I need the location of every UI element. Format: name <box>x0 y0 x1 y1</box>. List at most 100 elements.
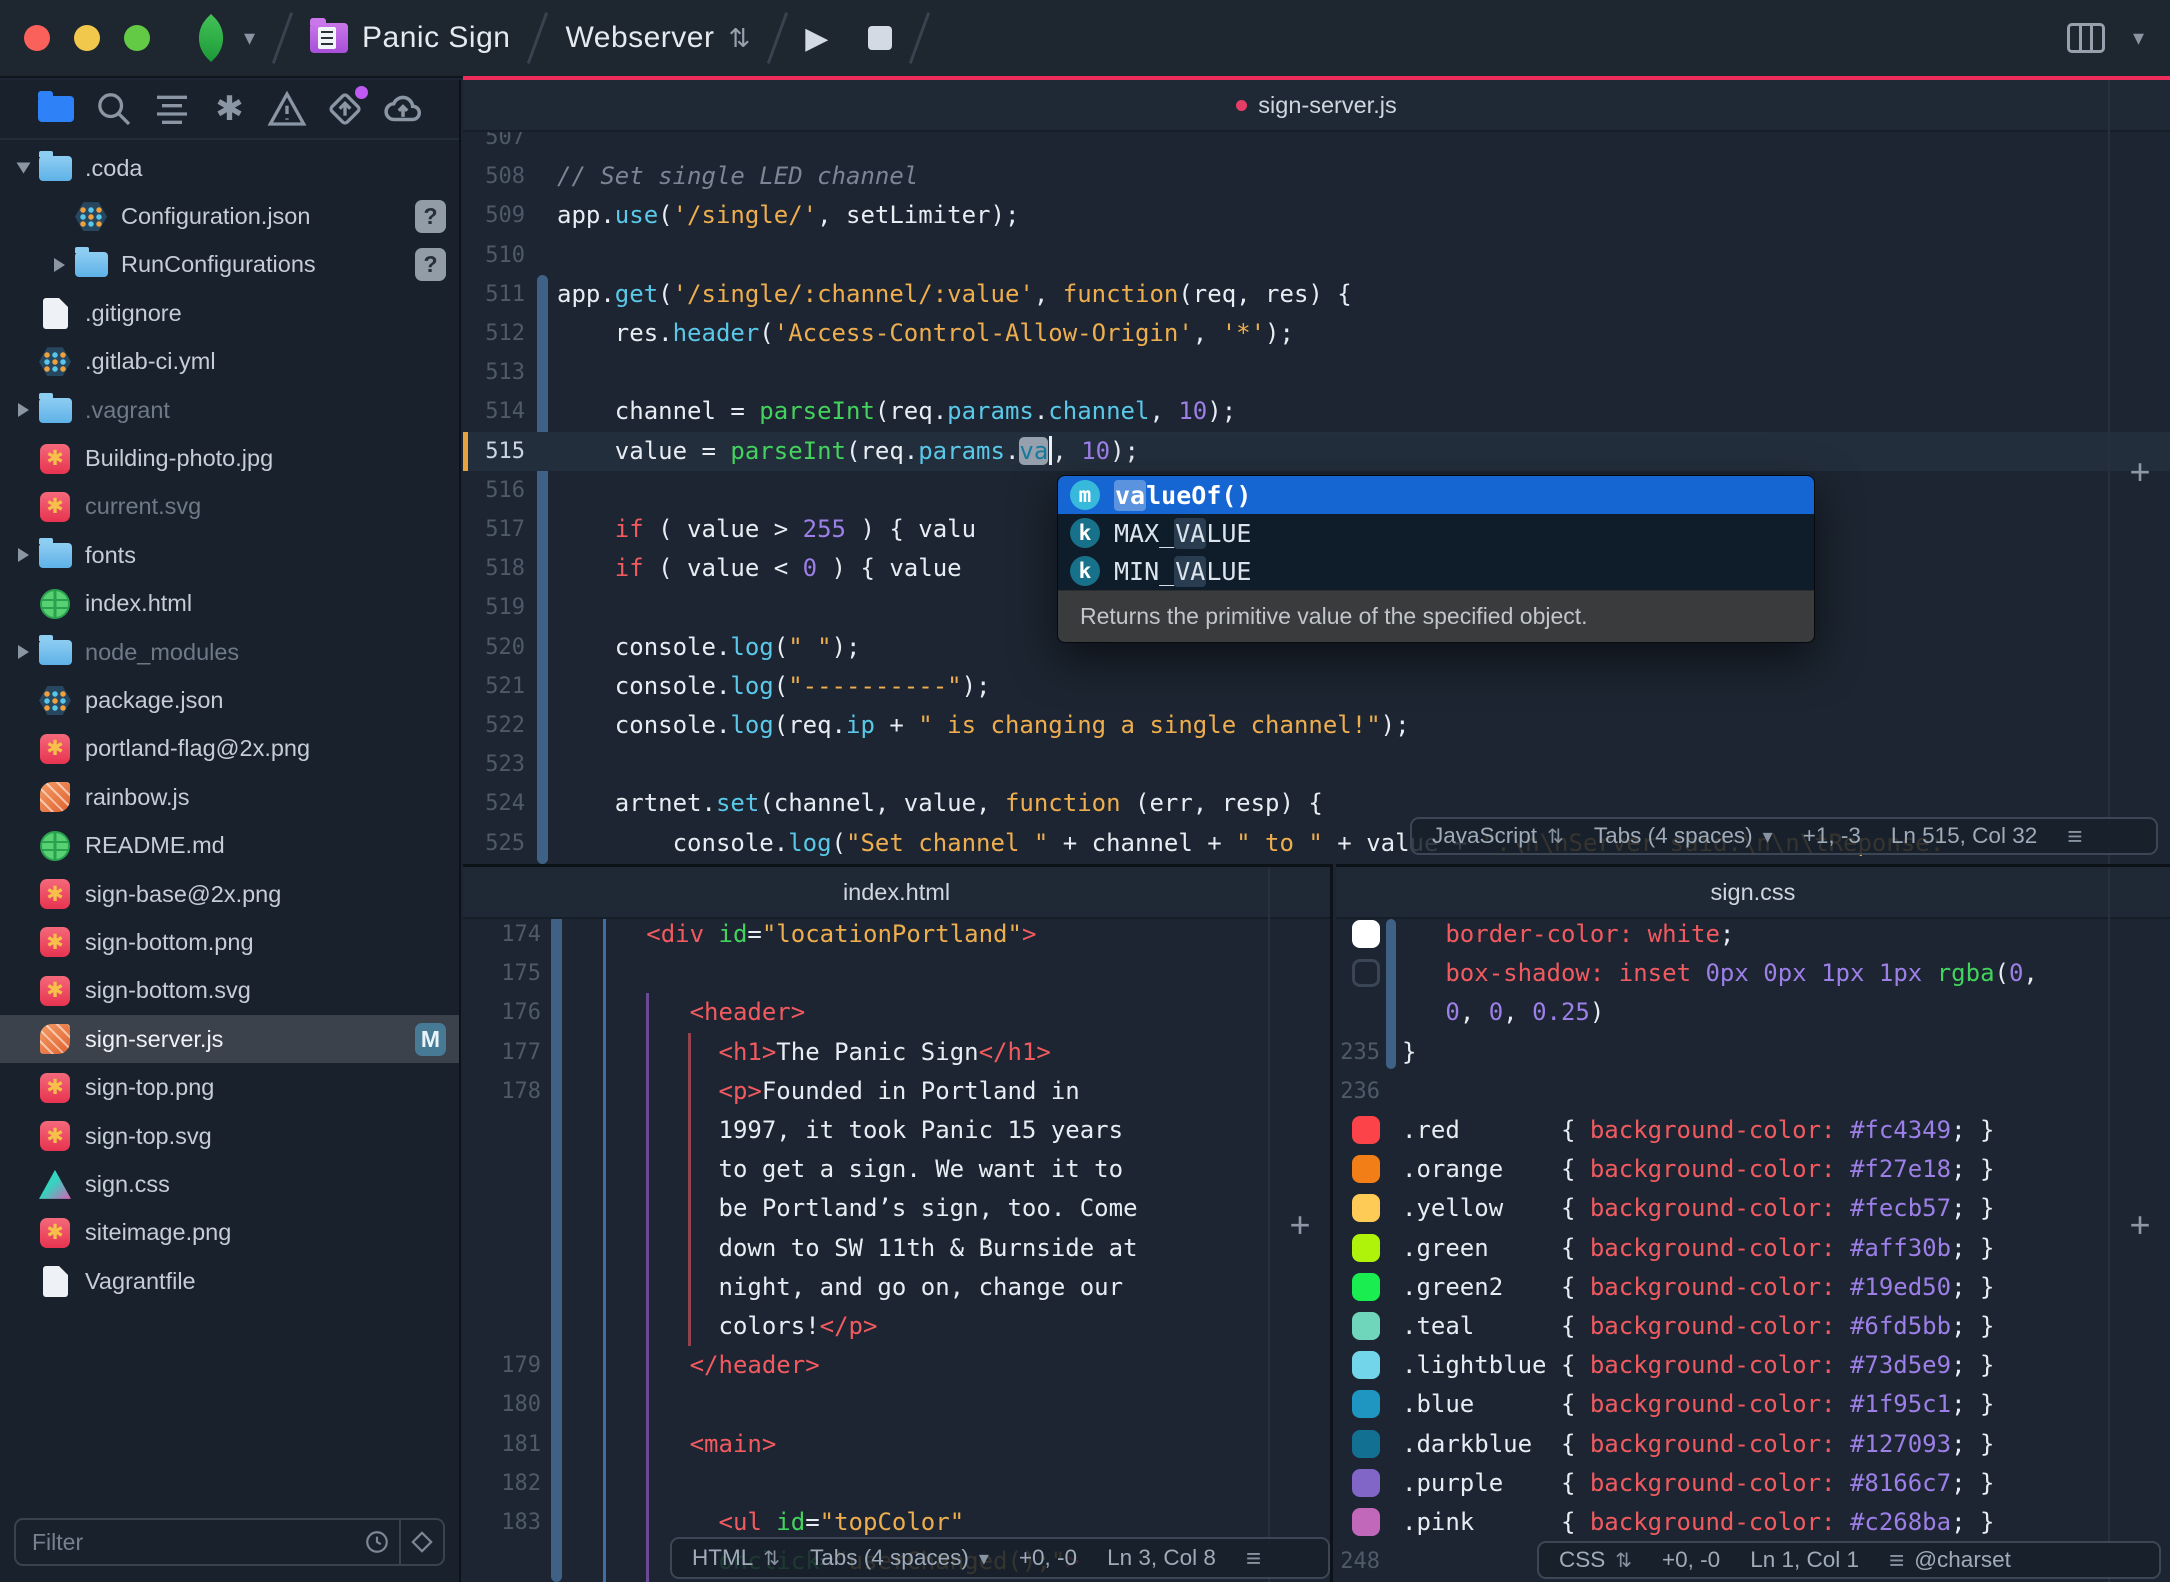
file-tree-item[interactable]: ✱sign-bottom.svg <box>0 967 459 1015</box>
file-tree-item[interactable]: fonts <box>0 531 459 579</box>
file-tree-item[interactable]: ✱sign-base@2x.png <box>0 870 459 918</box>
disclosure-chevron-icon[interactable] <box>8 645 38 659</box>
color-swatch[interactable] <box>1352 1194 1380 1222</box>
color-swatch[interactable] <box>1352 1155 1380 1183</box>
symbols-icon[interactable] <box>150 87 194 131</box>
file-tree-item[interactable]: ✱Building-photo.jpg <box>0 434 459 482</box>
chevron-down-icon[interactable]: ▾ <box>244 25 255 51</box>
color-swatch[interactable] <box>1352 959 1380 987</box>
close-button[interactable] <box>24 25 50 51</box>
file-tree-item[interactable]: .vagrant <box>0 386 459 434</box>
code-editor-html[interactable]: 174 <div id="locationPortland">175176 <h… <box>463 867 1330 1582</box>
language-select[interactable]: HTML⇅ <box>692 1545 780 1571</box>
autocomplete-item[interactable]: kMIN_VALUE <box>1058 552 1814 590</box>
file-tree-item[interactable]: RunConfigurations? <box>0 241 459 289</box>
run-configuration-select[interactable]: Webserver ⇅ <box>565 21 750 55</box>
status-menu[interactable]: ≡ @charset <box>1889 1545 2011 1576</box>
file-tree-item[interactable]: package.json <box>0 676 459 724</box>
color-swatch[interactable] <box>1352 920 1380 948</box>
zoom-button[interactable] <box>124 25 150 51</box>
stop-button[interactable] <box>868 26 892 50</box>
file-tree-item[interactable]: .coda <box>0 144 459 192</box>
status-menu[interactable]: ≡ <box>2067 821 2082 852</box>
tab-title[interactable]: sign.css <box>1711 879 1796 906</box>
tab-title[interactable]: index.html <box>843 879 950 906</box>
line-number: 515 <box>463 432 525 471</box>
file-tree-item[interactable]: .gitlab-ci.yml <box>0 338 459 386</box>
color-swatch[interactable] <box>1352 1273 1380 1301</box>
project-name[interactable]: Panic Sign <box>362 21 510 55</box>
status-menu[interactable]: ≡ <box>1246 1543 1261 1574</box>
image-file-icon: ✱ <box>38 732 72 766</box>
color-swatch[interactable] <box>1352 1116 1380 1144</box>
badge-dot <box>355 86 368 99</box>
chevron-down-icon[interactable]: ▾ <box>2133 25 2144 51</box>
file-name: sign-base@2x.png <box>85 881 281 908</box>
file-name: sign-top.svg <box>85 1123 212 1150</box>
indentation-select[interactable]: Tabs (4 spaces)▾ <box>1594 823 1773 849</box>
file-tree-item[interactable]: index.html <box>0 580 459 628</box>
new-tab-button[interactable]: + <box>2108 867 2170 1582</box>
file-name: sign-bottom.png <box>85 929 254 956</box>
file-name: siteimage.png <box>85 1219 231 1246</box>
file-tree-item[interactable]: .gitignore <box>0 289 459 337</box>
language-select[interactable]: CSS⇅ <box>1559 1547 1632 1573</box>
search-icon[interactable] <box>92 87 136 131</box>
autocomplete-item[interactable]: mvalueOf() <box>1058 476 1814 514</box>
color-swatch[interactable] <box>1352 1469 1380 1497</box>
color-swatch[interactable] <box>1352 1234 1380 1262</box>
code-line: 512 res.header('Access-Control-Allow-Ori… <box>463 314 2170 353</box>
file-tree-item[interactable]: ✱sign-bottom.png <box>0 918 459 966</box>
tab-title[interactable]: sign-server.js <box>1258 92 1396 119</box>
color-swatch[interactable] <box>1352 1312 1380 1340</box>
file-tree-item[interactable]: ✱sign-top.svg <box>0 1112 459 1160</box>
file-tree-item[interactable]: Configuration.json? <box>0 192 459 240</box>
filter-options-icon[interactable] <box>399 1520 443 1564</box>
file-tree-item[interactable]: ✱ siteimage.png <box>0 1209 459 1257</box>
filter-input[interactable] <box>16 1529 355 1556</box>
line-number: 520 <box>463 628 525 667</box>
issues-icon[interactable] <box>265 87 309 131</box>
language-select[interactable]: JavaScript⇅ <box>1432 823 1564 849</box>
disclosure-chevron-icon[interactable] <box>44 258 74 272</box>
recent-clock-icon[interactable] <box>355 1520 399 1564</box>
file-tree-item[interactable]: README.md <box>0 821 459 869</box>
image-file-icon: ✱ <box>38 1216 72 1250</box>
folder-file-icon <box>38 151 72 185</box>
file-tree-item[interactable]: ✱sign-top.png <box>0 1063 459 1111</box>
color-swatch[interactable] <box>1352 1390 1380 1418</box>
keyword-badge-icon: k <box>1070 556 1100 586</box>
snippets-icon[interactable]: ✱ <box>207 87 251 131</box>
file-tree-item[interactable]: node_modules <box>0 628 459 676</box>
file-tree-item[interactable]: sign.css <box>0 1160 459 1208</box>
color-swatch[interactable] <box>1352 1430 1380 1458</box>
autocomplete-item[interactable]: kMAX_VALUE <box>1058 514 1814 552</box>
titlebar-right: ▾ <box>2067 23 2144 53</box>
files-icon[interactable] <box>34 87 78 131</box>
file-tree-item[interactable]: ✱current.svg <box>0 483 459 531</box>
run-button[interactable]: ▶ <box>805 21 828 56</box>
line-number: 183 <box>463 1503 541 1542</box>
file-name: sign.css <box>85 1171 170 1198</box>
cursor-position: Ln 1, Col 1 <box>1750 1547 1859 1573</box>
code-editor-javascript[interactable]: 507508// Set single LED channel509app.us… <box>463 80 2170 864</box>
disclosure-chevron-icon[interactable] <box>8 548 38 562</box>
code-editor-css[interactable]: border-color: white; box-shadow: inset 0… <box>1336 867 2170 1582</box>
indentation-select[interactable]: Tabs (4 spaces)▾ <box>810 1545 989 1571</box>
source-control-icon[interactable] <box>323 87 367 131</box>
disclosure-chevron-icon[interactable] <box>8 403 38 417</box>
disclosure-chevron-icon[interactable] <box>8 161 38 175</box>
color-swatch[interactable] <box>1352 1508 1380 1536</box>
file-tree-item[interactable]: ✱portland-flag@2x.png <box>0 725 459 773</box>
file-tree-item[interactable]: Vagrantfile <box>0 1257 459 1305</box>
color-swatch[interactable] <box>1352 1351 1380 1379</box>
file-tree-item[interactable]: rainbow.js <box>0 773 459 821</box>
nova-leaf-logo-icon[interactable] <box>187 14 235 62</box>
line-number: 509 <box>463 196 525 235</box>
new-tab-button[interactable]: + <box>1268 867 1330 1582</box>
file-tree-item[interactable]: sign-server.jsM <box>0 1015 459 1063</box>
layout-columns-icon[interactable] <box>2067 23 2105 53</box>
publish-icon[interactable] <box>381 87 425 131</box>
minimize-button[interactable] <box>74 25 100 51</box>
new-tab-button[interactable]: + <box>2108 80 2170 864</box>
